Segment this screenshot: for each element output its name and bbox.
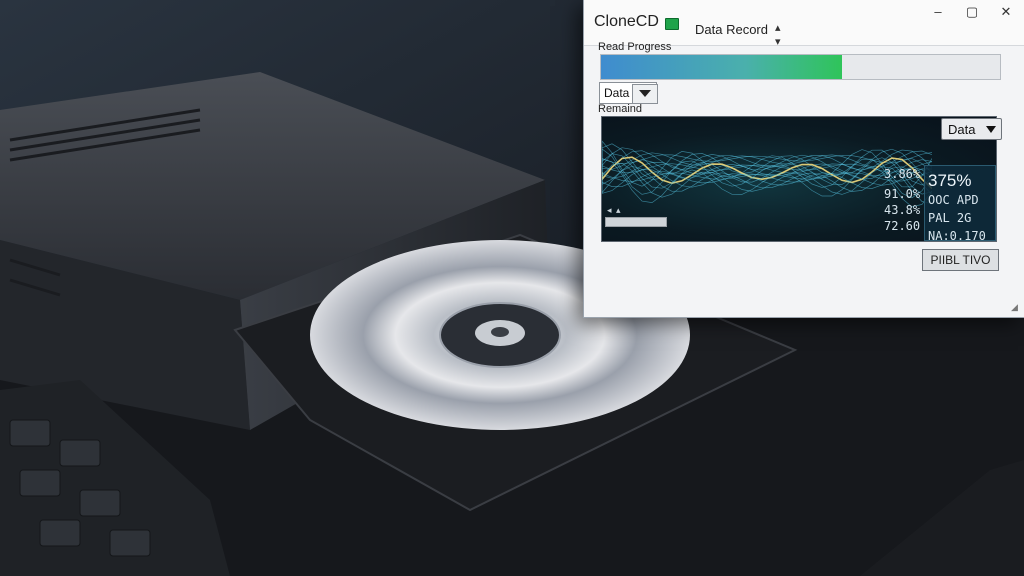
view-dropdown-label: Data: [948, 122, 976, 137]
sort-arrows-icon[interactable]: ▴ ▾: [775, 21, 781, 49]
source-dropdown-button[interactable]: [632, 84, 658, 104]
minimize-icon[interactable]: –: [925, 2, 951, 22]
progress-label: Read Progress: [598, 41, 672, 53]
view-dropdown[interactable]: Data: [941, 118, 1002, 140]
readout-box-value-2: PAL 2G: [928, 211, 972, 225]
chevron-down-icon: [986, 126, 996, 133]
clonecd-window: CloneCD Data Record ▴ ▾ – ▢ ✕ Read Progre…: [583, 0, 1024, 318]
source-select-value: Data: [604, 86, 630, 100]
disc-spindle: [491, 327, 509, 337]
close-icon[interactable]: ✕: [993, 2, 1019, 22]
signal-visualization-panel: 3.86% 91.0% 43.8% 72.60 375% OOC APD PAL…: [601, 116, 997, 242]
remaining-label: Remaind: [598, 103, 643, 115]
scroll-left-icon[interactable]: ◂: [607, 205, 612, 216]
readout-value-4: 72.60: [884, 219, 921, 233]
progress-bar: [600, 54, 1001, 80]
signal-waveform: [602, 140, 932, 208]
readout-value-3: 43.8%: [884, 203, 921, 217]
readout-box-value-1: OOC APD: [928, 193, 979, 207]
panel-scrollbar[interactable]: [605, 217, 667, 227]
app-title: CloneCD: [594, 13, 659, 30]
mode-label[interactable]: Data Record: [695, 22, 768, 37]
readout-value-1: 3.86%: [884, 167, 921, 181]
title-bar: CloneCD Data Record ▴ ▾ – ▢ ✕: [584, 0, 1024, 49]
maximize-icon[interactable]: ▢: [959, 2, 985, 22]
highlight-value: 375%: [928, 171, 972, 190]
scroll-marker-icon[interactable]: ▴: [616, 205, 621, 216]
readout-box-value-3: NA:0.170: [928, 229, 986, 242]
action-button[interactable]: PIIBL TIVO: [922, 249, 999, 271]
readout-value-2: 91.0%: [884, 187, 921, 201]
chevron-down-icon: [639, 90, 651, 97]
waveform-line: [602, 148, 932, 199]
disc-status-icon: [665, 18, 679, 30]
waveform-line: [602, 162, 932, 204]
resize-grip-icon[interactable]: ◢: [1011, 302, 1018, 313]
progress-fill: [601, 55, 843, 79]
